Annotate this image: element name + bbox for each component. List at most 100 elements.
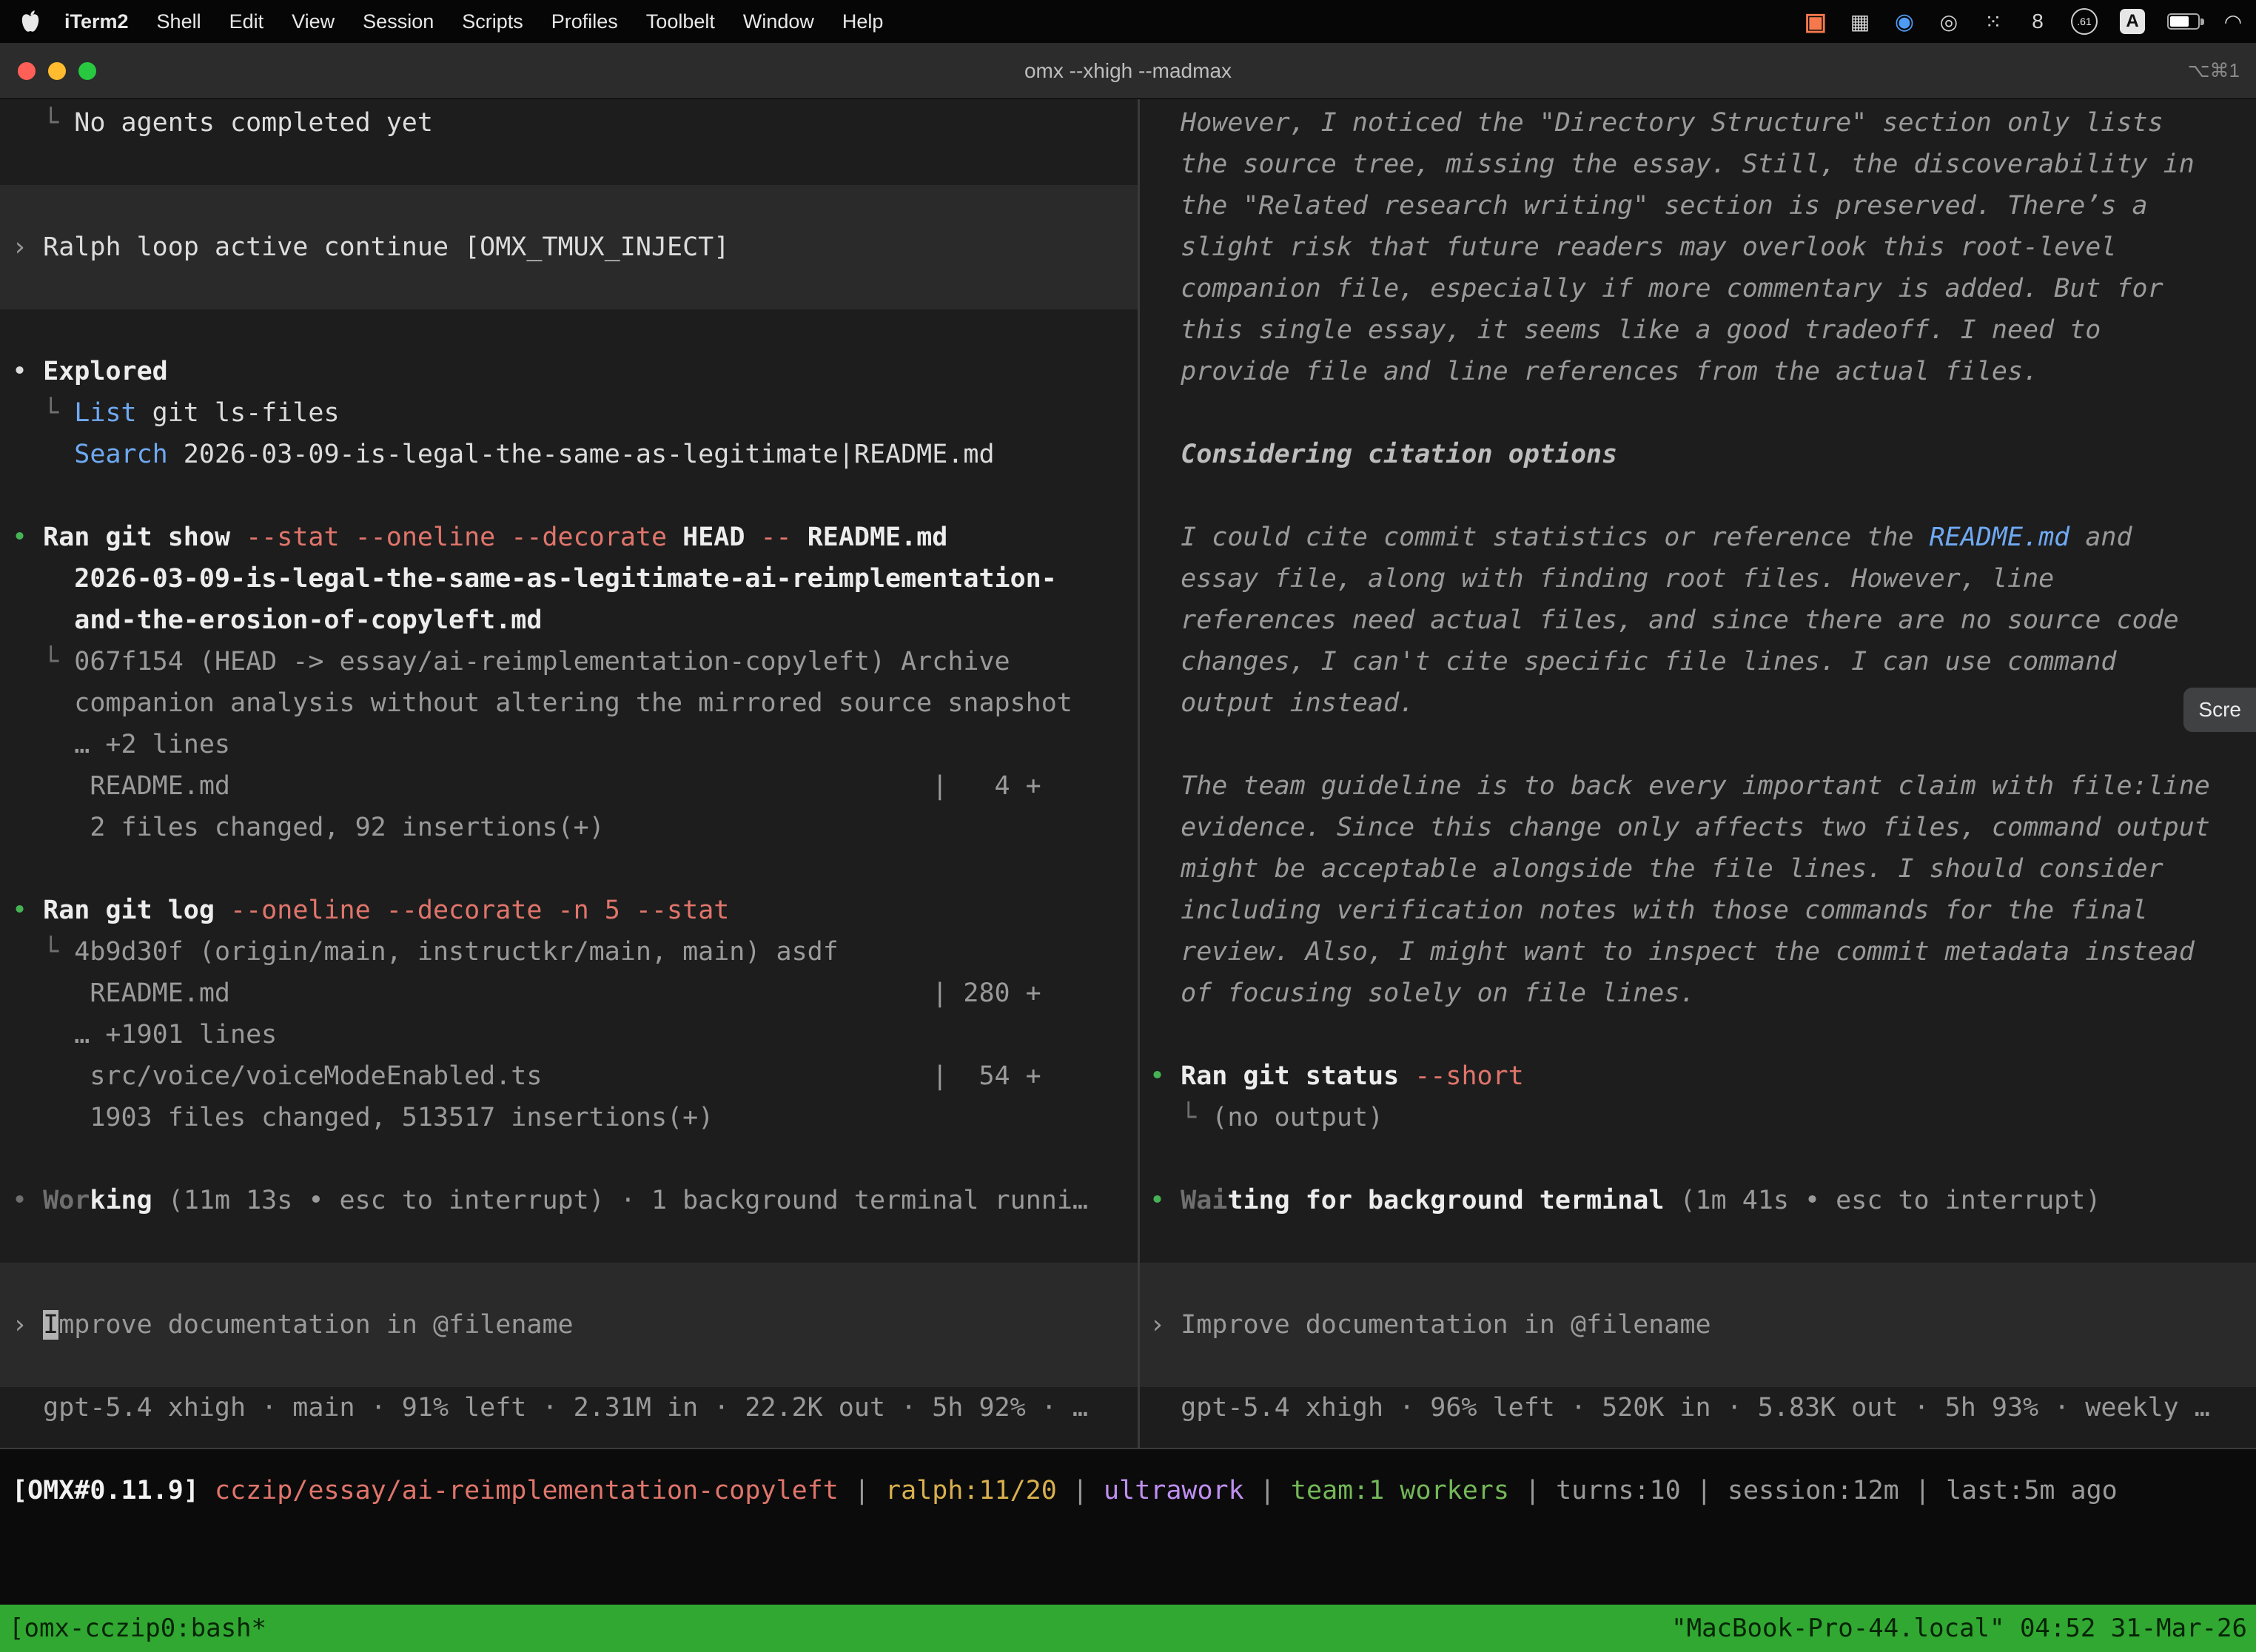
- terminal-line: I could cite commit statistics or refere…: [1140, 517, 2256, 558]
- terminal-line: [1140, 724, 2256, 765]
- terminal-pane-right[interactable]: However, I noticed the "Directory Struct…: [1140, 99, 2256, 1448]
- terminal-line: of focusing solely on file lines.: [1140, 973, 2256, 1014]
- terminal-line: [0, 144, 1138, 185]
- window-shortcut-badge: ⌥⌘1: [2188, 59, 2240, 82]
- menu-item-profiles[interactable]: Profiles: [537, 10, 632, 33]
- terminal-line: the "Related research writing" section i…: [1140, 185, 2256, 226]
- prompt-input-line[interactable]: [1140, 1263, 2256, 1304]
- terminal-line: evidence. Since this change only affects…: [1140, 807, 2256, 848]
- terminal-line: references need actual files, and since …: [1140, 600, 2256, 641]
- wifi-icon[interactable]: ◠: [2222, 7, 2244, 36]
- terminal-line: › Ralph loop active continue [OMX_TMUX_I…: [0, 226, 1138, 268]
- terminal-line: [0, 309, 1138, 351]
- menu-item-scripts[interactable]: Scripts: [448, 10, 537, 33]
- terminal-line: Search 2026-03-09-is-legal-the-same-as-l…: [0, 434, 1138, 475]
- terminal-area: └ No agents completed yet › Ralph loop ac…: [0, 99, 2256, 1449]
- terminal-line: … +2 lines: [0, 724, 1138, 765]
- prompt-input-line[interactable]: › Improve documentation in @filename: [0, 1304, 1138, 1346]
- terminal-line: • Ran git log --oneline --decorate -n 5 …: [0, 890, 1138, 931]
- dots-grid-icon[interactable]: ⁙: [1982, 7, 2004, 36]
- terminal-line: the source tree, missing the essay. Stil…: [1140, 144, 2256, 185]
- terminal-line: [0, 1138, 1138, 1180]
- terminal-line: • Explored: [0, 351, 1138, 392]
- blue-app-icon[interactable]: ◉: [1893, 7, 1916, 36]
- menu-item-iterm2[interactable]: iTerm2: [50, 10, 143, 33]
- terminal-line: [0, 185, 1138, 226]
- menu-items: iTerm2ShellEditViewSessionScriptsProfile…: [50, 10, 897, 33]
- terminal-line: [0, 848, 1138, 890]
- menu-item-shell[interactable]: Shell: [143, 10, 215, 33]
- menu-item-edit[interactable]: Edit: [215, 10, 278, 33]
- terminal-line: └ (no output): [1140, 1097, 2256, 1138]
- terminal-line: [1140, 392, 2256, 434]
- terminal-line: • Ran git status --short: [1140, 1055, 2256, 1097]
- terminal-line: including verification notes with those …: [1140, 890, 2256, 931]
- menu-item-toolbelt[interactable]: Toolbelt: [632, 10, 729, 33]
- terminal-line: src/voice/voiceModeEnabled.ts | 54 +: [0, 1055, 1138, 1097]
- terminal-line: [0, 475, 1138, 517]
- window-titlebar: omx --xhigh --madmax ⌥⌘1: [0, 43, 2256, 99]
- figure-eight-icon[interactable]: 8: [2027, 7, 2049, 36]
- prompt-input-line[interactable]: [0, 1263, 1138, 1304]
- prompt-input-line[interactable]: [1140, 1346, 2256, 1387]
- terminal-line: provide file and line references from th…: [1140, 351, 2256, 392]
- terminal-line: [1140, 1221, 2256, 1263]
- terminal-line: output instead.: [1140, 682, 2256, 724]
- terminal-line: However, I noticed the "Directory Struct…: [1140, 102, 2256, 144]
- menu-item-help[interactable]: Help: [828, 10, 898, 33]
- terminal-line: • Waiting for background terminal (1m 41…: [1140, 1180, 2256, 1221]
- terminal-line: this single essay, it seems like a good …: [1140, 309, 2256, 351]
- terminal-line: └ No agents completed yet: [0, 102, 1138, 144]
- terminal-line: 2026-03-09-is-legal-the-same-as-legitima…: [0, 558, 1138, 600]
- menu-item-view[interactable]: View: [278, 10, 349, 33]
- terminal-line: [1140, 1014, 2256, 1055]
- input-source-icon[interactable]: A: [2120, 9, 2145, 34]
- terminal-line: companion file, especially if more comme…: [1140, 268, 2256, 309]
- terminal-pane-left[interactable]: └ No agents completed yet › Ralph loop ac…: [0, 99, 1138, 1448]
- terminal-line: README.md | 280 +: [0, 973, 1138, 1014]
- terminal-line: └ 4b9d30f (origin/main, instructkr/main,…: [0, 931, 1138, 973]
- terminal-line: gpt-5.4 xhigh · main · 91% left · 2.31M …: [0, 1387, 1138, 1428]
- window-title: omx --xhigh --madmax: [0, 59, 2256, 83]
- terminal-line: [0, 268, 1138, 309]
- dark-app-icon[interactable]: ◎: [1938, 7, 1960, 36]
- screen-recording-icon[interactable]: ▣: [1805, 7, 1827, 36]
- screen-overlay-pill[interactable]: Scre: [2183, 688, 2256, 732]
- terminal-line: gpt-5.4 xhigh · 96% left · 520K in · 5.8…: [1140, 1387, 2256, 1428]
- terminal-line: └ List git ls-files: [0, 392, 1138, 434]
- menubar-left: iTerm2ShellEditViewSessionScriptsProfile…: [0, 10, 897, 33]
- terminal-line: └ 067f154 (HEAD -> essay/ai-reimplementa…: [0, 641, 1138, 682]
- terminal-line: Considering citation options: [1140, 434, 2256, 475]
- menu-item-session[interactable]: Session: [349, 10, 448, 33]
- gauge-icon[interactable]: .61: [2071, 8, 2098, 35]
- terminal-line: [1140, 1138, 2256, 1180]
- terminal-line: The team guideline is to back every impo…: [1140, 765, 2256, 807]
- terminal-line: companion analysis without altering the …: [0, 682, 1138, 724]
- terminal-line: … +1901 lines: [0, 1014, 1138, 1055]
- terminal-line: review. Also, I might want to inspect th…: [1140, 931, 2256, 973]
- terminal-line: might be acceptable alongside the file l…: [1140, 848, 2256, 890]
- terminal-line: and-the-erosion-of-copyleft.md: [0, 600, 1138, 641]
- terminal-line: essay file, along with finding root file…: [1140, 558, 2256, 600]
- terminal-line: [0, 1221, 1138, 1263]
- apple-menu-icon[interactable]: [21, 10, 40, 33]
- terminal-line: changes, I can't cite specific file line…: [1140, 641, 2256, 682]
- terminal-line: 2 files changed, 92 insertions(+): [0, 807, 1138, 848]
- menu-item-window[interactable]: Window: [729, 10, 828, 33]
- terminal-line: • Working (11m 13s • esc to interrupt) ·…: [0, 1180, 1138, 1221]
- terminal-line: 1903 files changed, 513517 insertions(+): [0, 1097, 1138, 1138]
- macos-menubar: iTerm2ShellEditViewSessionScriptsProfile…: [0, 0, 2256, 43]
- omx-status-line: [OMX#0.11.9] cczip/essay/ai-reimplementa…: [12, 1470, 2118, 1511]
- terminal-line: slight risk that future readers may over…: [1140, 226, 2256, 268]
- tmux-host-clock: "MacBook-Pro-44.local" 04:52 31-Mar-26: [1671, 1614, 2247, 1643]
- prompt-input-line[interactable]: [0, 1346, 1138, 1387]
- menubar-status-icons: ▣ ▦ ◉ ◎ ⁙ 8 .61 A ◠: [1805, 7, 2256, 36]
- terminal-line: [1140, 475, 2256, 517]
- battery-icon[interactable]: [2167, 13, 2200, 30]
- tmux-status-bar: [omx-cczip0:bash* "MacBook-Pro-44.local"…: [0, 1605, 2256, 1652]
- tmux-session-label: [omx-cczip0:bash*: [9, 1614, 266, 1643]
- terminal-line: README.md | 4 +: [0, 765, 1138, 807]
- prompt-input-line[interactable]: › Improve documentation in @filename: [1140, 1304, 2256, 1346]
- terminal-line: • Ran git show --stat --oneline --decora…: [0, 517, 1138, 558]
- window-grid-icon[interactable]: ▦: [1849, 7, 1871, 36]
